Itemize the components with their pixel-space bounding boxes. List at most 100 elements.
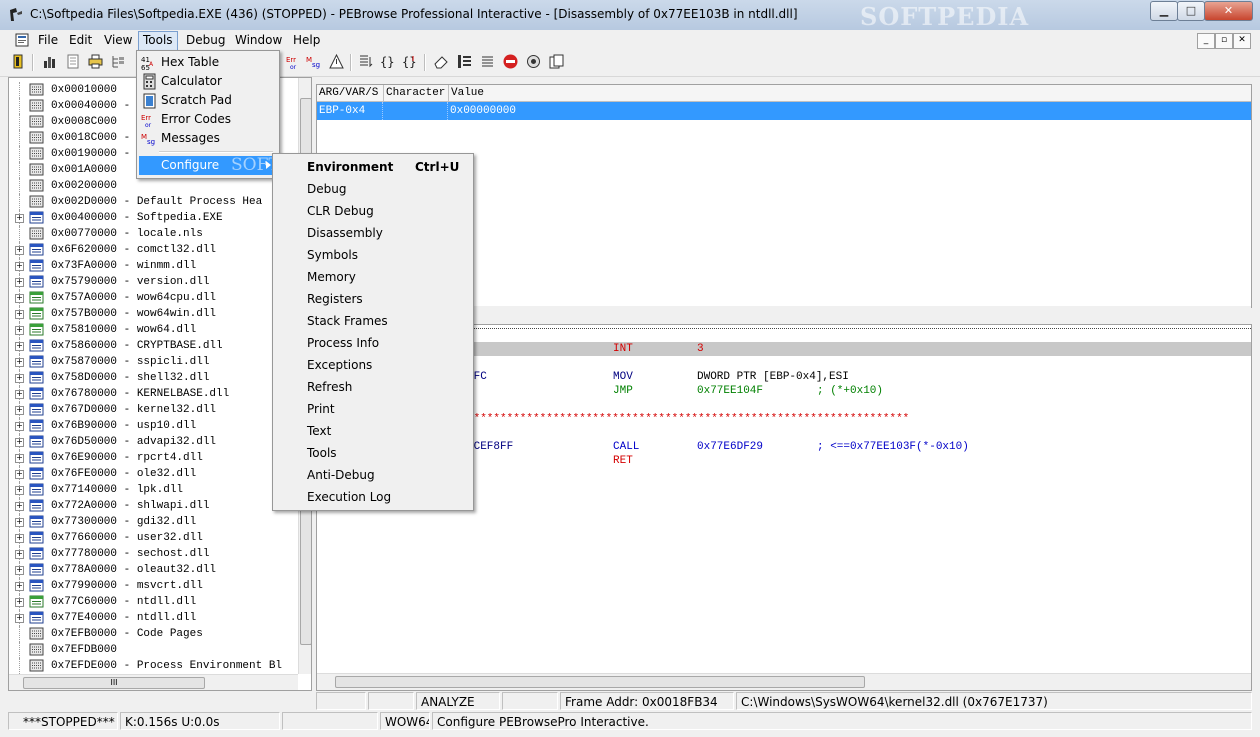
tree-item[interactable]: +0x73FA0000 - winmm.dll	[9, 258, 309, 274]
menu-tools[interactable]: Tools	[138, 31, 178, 51]
expand-icon[interactable]: +	[15, 454, 24, 463]
tree-item[interactable]: +0x757A0000 - wow64cpu.dll	[9, 290, 309, 306]
menu-item-debug[interactable]: Debug	[275, 178, 469, 200]
tree-item[interactable]: +0x76780000 - KERNELBASE.dll	[9, 386, 309, 402]
menu-item-print[interactable]: Print	[275, 398, 469, 420]
tree-item[interactable]: +0x77780000 - sechost.dll	[9, 546, 309, 562]
menu-item-refresh[interactable]: Refresh	[275, 376, 469, 398]
expand-icon[interactable]: +	[15, 374, 24, 383]
expand-icon[interactable]: +	[15, 278, 24, 287]
tree-item[interactable]: +0x77C60000 - ntdll.dll	[9, 594, 309, 610]
column-header-character[interactable]: Character	[384, 85, 449, 102]
tree-item[interactable]: 0x7EFDB000	[9, 642, 309, 658]
tree-item[interactable]: +0x758D0000 - shell32.dll	[9, 370, 309, 386]
minimize-button[interactable]: ▁	[1150, 1, 1178, 21]
document-icon[interactable]	[14, 32, 30, 48]
menu-item-messages[interactable]: Msg Messages	[139, 129, 275, 148]
expand-icon[interactable]: +	[15, 598, 24, 607]
expand-icon[interactable]: +	[15, 566, 24, 575]
menu-debug[interactable]: Debug	[182, 31, 229, 49]
tree-item[interactable]: +0x77990000 - msvcrt.dll	[9, 578, 309, 594]
tree-item[interactable]: +0x772A0000 - shlwapi.dll	[9, 498, 309, 514]
expand-icon[interactable]: +	[15, 470, 24, 479]
tree-item[interactable]: +0x767D0000 - kernel32.dll	[9, 402, 309, 418]
tree-item[interactable]: +0x76FE0000 - ole32.dll	[9, 466, 309, 482]
tree-item[interactable]: +0x76E90000 - rpcrt4.dll	[9, 450, 309, 466]
menu-item-environment[interactable]: Environment Ctrl+U	[275, 156, 469, 178]
tree-item[interactable]: 0x00200000	[9, 178, 309, 194]
document-copy-icon[interactable]	[548, 53, 565, 70]
menu-item-process-info[interactable]: Process Info	[275, 332, 469, 354]
mdi-close-button[interactable]: ✕	[1233, 33, 1251, 49]
mdi-restore-button[interactable]: ▫	[1215, 33, 1233, 49]
menu-file[interactable]: File	[34, 31, 62, 49]
menu-window[interactable]: Window	[231, 31, 286, 49]
scroll-thumb[interactable]	[335, 676, 865, 688]
expand-icon[interactable]: +	[15, 406, 24, 415]
expand-icon[interactable]: +	[15, 310, 24, 319]
stop-icon[interactable]	[502, 53, 519, 70]
print-icon[interactable]	[87, 53, 104, 70]
tree-item[interactable]: +0x75790000 - version.dll	[9, 274, 309, 290]
menu-item-symbols[interactable]: Symbols	[275, 244, 469, 266]
column-header-arg[interactable]: ARG/VAR/S	[317, 85, 384, 102]
expand-icon[interactable]: +	[15, 422, 24, 431]
menu-item-hex-table[interactable]: 41 A 65 Hex Table	[139, 53, 275, 72]
menu-item-registers[interactable]: Registers	[275, 288, 469, 310]
menu-item-calculator[interactable]: Calculator	[139, 72, 275, 91]
mdi-minimize-button[interactable]: _	[1197, 33, 1215, 49]
expand-icon[interactable]: +	[15, 582, 24, 591]
expand-icon[interactable]: +	[15, 534, 24, 543]
menu-item-configure[interactable]: Configure SOFTPE	[139, 156, 304, 175]
menu-item-error-codes[interactable]: Err or Error Codes	[139, 110, 275, 129]
menu-item-text[interactable]: Text	[275, 420, 469, 442]
tree-item[interactable]: +0x6F620000 - comctl32.dll	[9, 242, 309, 258]
step-out-icon[interactable]: {}	[401, 53, 418, 70]
chart-icon[interactable]	[42, 53, 59, 70]
tree-item[interactable]: +0x00400000 - Softpedia.EXE	[9, 210, 309, 226]
tree-horizontal-scrollbar[interactable]: III	[9, 674, 298, 690]
lines-icon[interactable]	[479, 53, 496, 70]
expand-icon[interactable]: +	[15, 262, 24, 271]
tree-item[interactable]: +0x77660000 - user32.dll	[9, 530, 309, 546]
tree-item[interactable]: 0x7EFB0000 - Code Pages	[9, 626, 309, 642]
expand-icon[interactable]: +	[15, 342, 24, 351]
scroll-thumb[interactable]: III	[23, 677, 205, 689]
expand-icon[interactable]: +	[15, 358, 24, 367]
menu-item-exceptions[interactable]: Exceptions	[275, 354, 469, 376]
eraser-icon[interactable]	[433, 53, 450, 70]
maximize-button[interactable]: □	[1177, 1, 1205, 21]
disassembly-horizontal-scrollbar[interactable]	[317, 673, 1251, 690]
tree-item[interactable]: +0x75810000 - wow64.dll	[9, 322, 309, 338]
tree-item[interactable]: 0x002D0000 - Default Process Hea	[9, 194, 309, 210]
tree-item[interactable]: +0x76D50000 - advapi32.dll	[9, 434, 309, 450]
expand-icon[interactable]: +	[15, 614, 24, 623]
warning-icon[interactable]	[328, 53, 345, 70]
expand-icon[interactable]: +	[15, 550, 24, 559]
tree-item[interactable]: +0x75860000 - CRYPTBASE.dll	[9, 338, 309, 354]
expand-icon[interactable]: +	[15, 502, 24, 511]
tree-item[interactable]: +0x757B0000 - wow64win.dll	[9, 306, 309, 322]
page-icon[interactable]	[65, 53, 82, 70]
menu-item-scratch-pad[interactable]: Scratch Pad	[139, 91, 275, 110]
menu-item-anti-debug[interactable]: Anti-Debug	[275, 464, 469, 486]
menu-item-clr-debug[interactable]: CLR Debug	[275, 200, 469, 222]
expand-icon[interactable]: +	[15, 246, 24, 255]
menu-item-stack-frames[interactable]: Stack Frames	[275, 310, 469, 332]
list-icon[interactable]	[456, 53, 473, 70]
tree-item[interactable]: 0x7EFDE000 - Process Environment Bl	[9, 658, 309, 674]
menu-item-tools[interactable]: Tools	[275, 442, 469, 464]
message-icon[interactable]: Msg	[306, 53, 323, 70]
settings-icon[interactable]	[525, 53, 542, 70]
menu-edit[interactable]: Edit	[65, 31, 96, 49]
menu-help[interactable]: Help	[289, 31, 324, 49]
expand-icon[interactable]: +	[15, 214, 24, 223]
menu-item-disassembly[interactable]: Disassembly	[275, 222, 469, 244]
app-icon[interactable]	[8, 7, 24, 23]
column-header-value[interactable]: Value	[449, 85, 1251, 102]
tree-item[interactable]: 0x00770000 - locale.nls	[9, 226, 309, 242]
menu-item-memory[interactable]: Memory	[275, 266, 469, 288]
close-button[interactable]: ✕	[1204, 1, 1253, 21]
expand-icon[interactable]: +	[15, 518, 24, 527]
tree-item[interactable]: +0x76B90000 - usp10.dll	[9, 418, 309, 434]
